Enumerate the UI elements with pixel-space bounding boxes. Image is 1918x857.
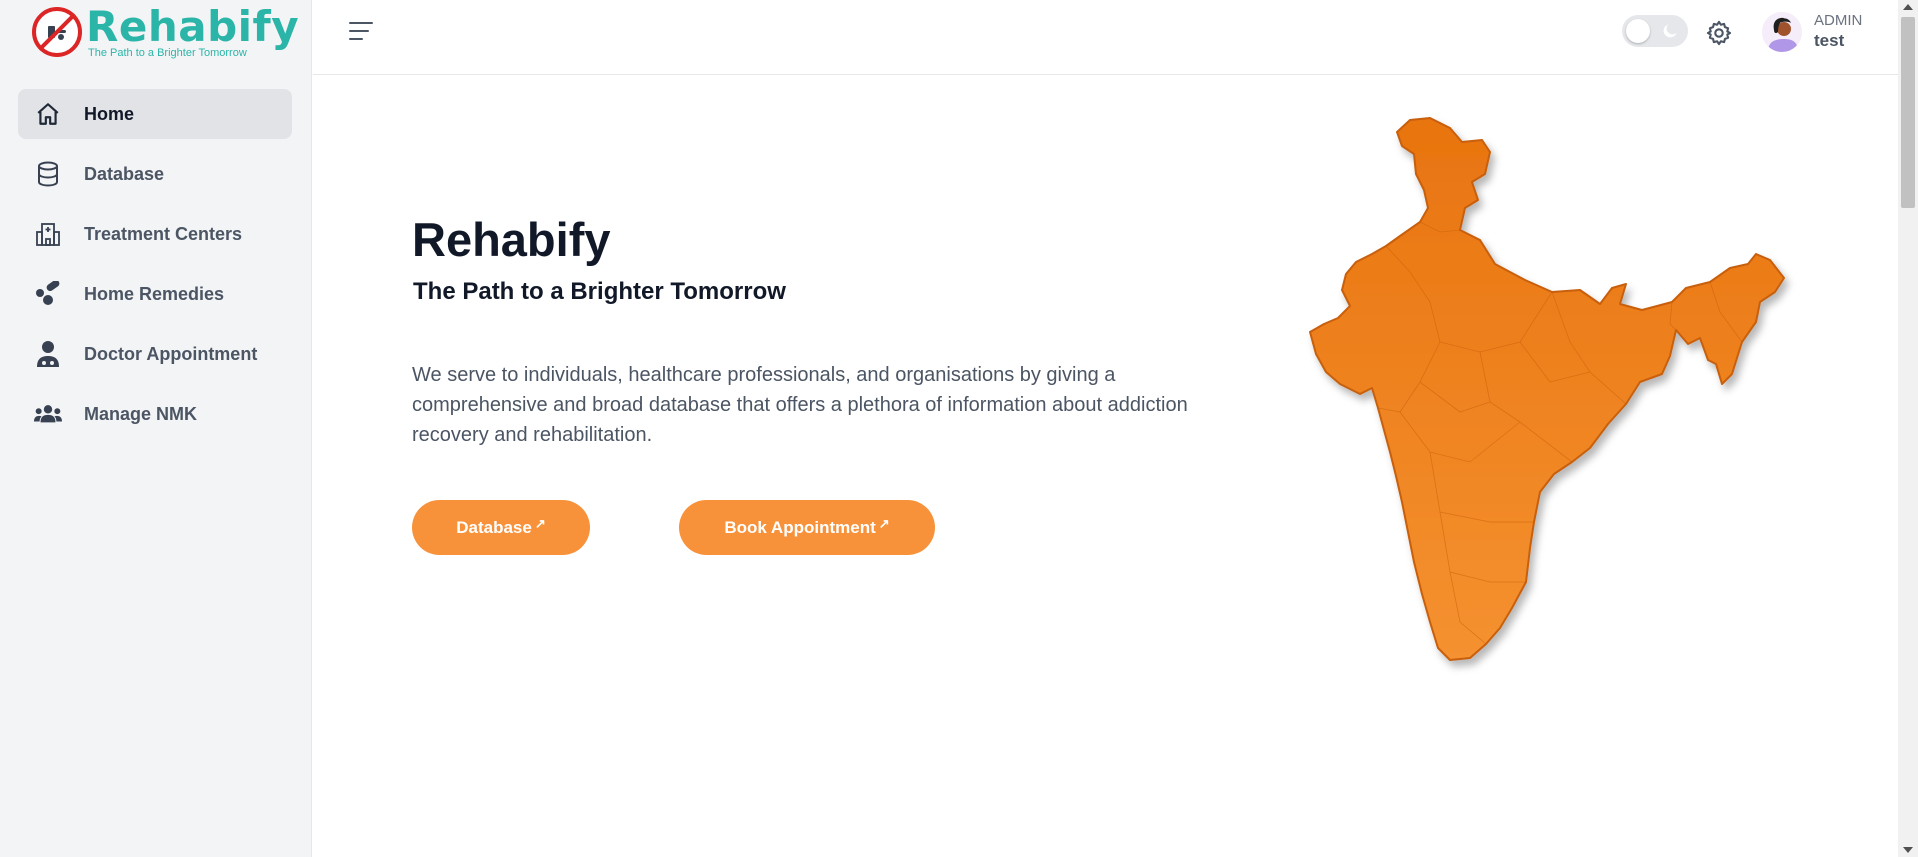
- book-appointment-button-label: Book Appointment: [724, 517, 876, 537]
- india-map-image: [1309, 117, 1785, 661]
- menu-toggle-button[interactable]: [349, 22, 375, 44]
- sidebar-item-home-remedies[interactable]: Home Remedies: [18, 269, 292, 319]
- menu-line: [349, 30, 369, 32]
- menu-line: [349, 38, 363, 40]
- home-icon: [34, 100, 62, 128]
- sidebar-item-label: Home: [84, 103, 135, 124]
- theme-toggle[interactable]: [1622, 15, 1688, 47]
- gear-icon[interactable]: [1705, 19, 1733, 47]
- external-link-icon: ↗: [878, 515, 890, 531]
- hero-subtitle: The Path to a Brighter Tomorrow: [413, 278, 786, 305]
- scroll-up-icon[interactable]: [1903, 4, 1913, 10]
- users-icon: [34, 400, 62, 428]
- pills-icon: [34, 280, 62, 308]
- sidebar-item-label: Home Remedies: [84, 283, 225, 304]
- sidebar-item-manage-nmk[interactable]: Manage NMK: [18, 389, 292, 439]
- hospital-icon: [34, 220, 62, 248]
- sidebar-item-label: Database: [84, 163, 165, 184]
- scrollbar-thumb[interactable]: [1901, 17, 1915, 208]
- moon-icon: [1663, 24, 1677, 38]
- brand-tagline: The Path to a Brighter Tomorrow: [88, 47, 247, 59]
- database-button[interactable]: Database ↗: [412, 500, 590, 555]
- page-scrollbar[interactable]: [1898, 0, 1918, 857]
- sidebar-item-database[interactable]: Database: [18, 149, 292, 199]
- app-root: Rehabify The Path to a Brighter Tomorrow…: [0, 0, 1918, 857]
- scroll-down-icon[interactable]: [1903, 847, 1913, 853]
- hero-title: Rehabify: [412, 213, 611, 266]
- avatar: [1762, 12, 1802, 52]
- doctor-icon: [34, 340, 62, 368]
- user-menu[interactable]: ADMIN test: [1762, 12, 1862, 52]
- external-link-icon: ↗: [534, 515, 546, 531]
- sidebar-item-doctor-appointment[interactable]: Doctor Appointment: [18, 329, 292, 379]
- user-role: ADMIN: [1814, 12, 1863, 29]
- menu-line: [349, 22, 373, 24]
- sidebar-item-label: Manage NMK: [84, 403, 198, 424]
- no-drugs-icon: [32, 7, 82, 57]
- book-appointment-button[interactable]: Book Appointment ↗: [679, 500, 935, 555]
- toggle-knob: [1626, 19, 1650, 43]
- sidebar-item-home[interactable]: Home: [18, 89, 292, 139]
- user-name: test: [1814, 31, 1845, 50]
- sidebar-item-label: Doctor Appointment: [84, 343, 258, 364]
- hero-description: We serve to individuals, healthcare prof…: [412, 364, 1188, 446]
- sidebar-item-label: Treatment Centers: [84, 223, 243, 244]
- sidebar-nav: Home Database Treatment Centers Home Rem…: [18, 89, 292, 449]
- sidebar-item-treatment-centers[interactable]: Treatment Centers: [18, 209, 292, 259]
- top-header: ADMIN test: [313, 0, 1898, 75]
- brand-logo[interactable]: Rehabify The Path to a Brighter Tomorrow: [32, 4, 299, 60]
- database-icon: [34, 160, 62, 188]
- database-button-label: Database: [456, 517, 532, 537]
- sidebar: Rehabify The Path to a Brighter Tomorrow…: [0, 0, 312, 857]
- brand-name: Rehabify: [86, 2, 300, 51]
